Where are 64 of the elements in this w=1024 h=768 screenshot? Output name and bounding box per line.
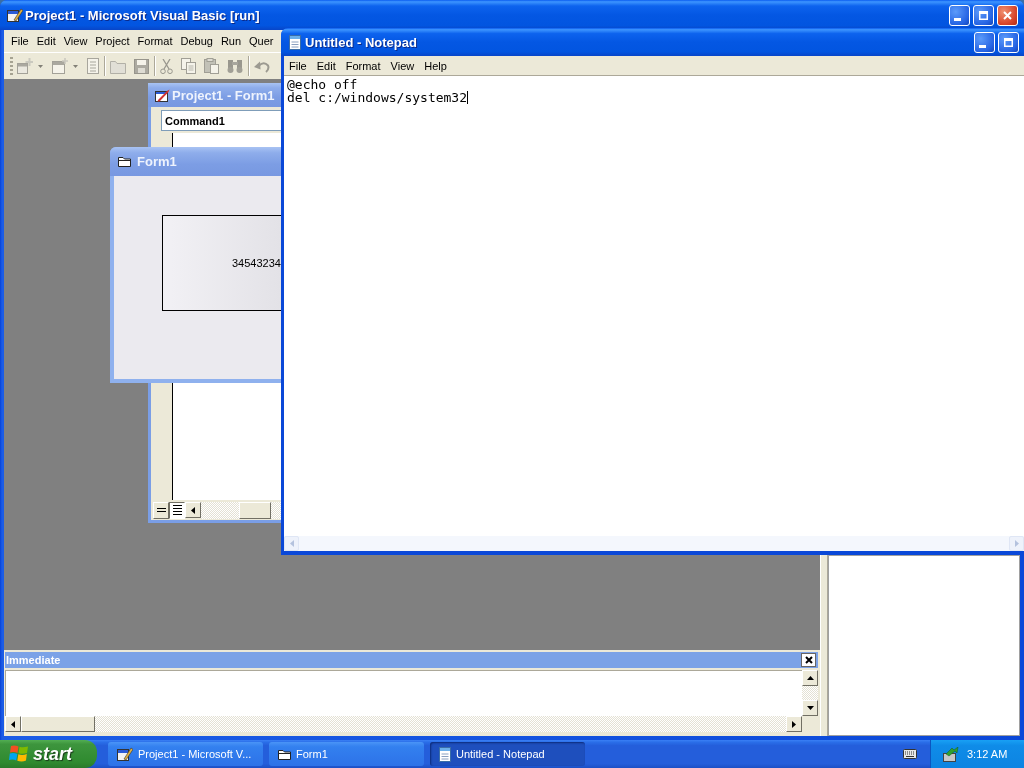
start-button[interactable]: start bbox=[0, 740, 97, 768]
window-title: Project1 - Microsoft Visual Basic [run] bbox=[25, 7, 260, 23]
text-cursor-icon bbox=[467, 91, 468, 104]
maximize-icon bbox=[1004, 37, 1013, 47]
procedure-view-button[interactable] bbox=[153, 501, 169, 519]
taskbar-button[interactable]: Form1 bbox=[269, 742, 424, 766]
close-icon bbox=[1003, 10, 1012, 20]
maximize-button[interactable] bbox=[998, 31, 1019, 53]
down-arrow-icon bbox=[806, 706, 814, 710]
clock: 3:12 AM bbox=[967, 748, 1008, 760]
minimize-button[interactable] bbox=[949, 4, 970, 26]
right-arrow-icon bbox=[792, 720, 796, 728]
left-arrow-icon bbox=[191, 506, 195, 514]
keyboard-icon[interactable] bbox=[903, 749, 917, 759]
minimize-icon bbox=[954, 17, 961, 21]
maximize-button[interactable] bbox=[973, 4, 994, 26]
menu-item[interactable]: Debug bbox=[176, 33, 217, 49]
program-icon bbox=[117, 747, 133, 761]
window-title: Untitled - Notepad bbox=[305, 34, 417, 50]
program-icon bbox=[7, 8, 23, 22]
menu-item[interactable]: Edit bbox=[32, 33, 60, 49]
panel-title: Immediate bbox=[6, 654, 61, 666]
folder-icon bbox=[118, 156, 131, 167]
menu-item[interactable]: View bbox=[385, 57, 420, 74]
menu-item[interactable]: Help bbox=[419, 57, 452, 74]
close-icon bbox=[804, 656, 813, 664]
card-arrow-icon[interactable] bbox=[943, 746, 959, 762]
up-arrow-icon bbox=[806, 676, 814, 680]
command-button[interactable]: 34543234 bbox=[162, 215, 281, 311]
scroll-down-button[interactable] bbox=[802, 700, 818, 716]
menu-item[interactable]: Quer bbox=[245, 33, 278, 49]
module-view-button[interactable] bbox=[169, 501, 185, 519]
text-lines-icon bbox=[156, 508, 166, 512]
scrollbar-thumb[interactable] bbox=[21, 716, 95, 732]
window-title: Project1 - Form1 bbox=[172, 87, 275, 103]
notepad-icon bbox=[439, 746, 451, 762]
window-pencil-icon bbox=[155, 88, 170, 102]
object-dropdown[interactable]: Command1 bbox=[161, 110, 281, 131]
menu-item[interactable]: Format bbox=[340, 57, 386, 74]
left-arrow-icon bbox=[11, 720, 15, 728]
minimize-icon bbox=[979, 44, 986, 48]
minimize-button[interactable] bbox=[974, 31, 995, 53]
folder-icon bbox=[278, 748, 291, 760]
menu-item[interactable]: File bbox=[284, 57, 312, 74]
menu-item[interactable]: Format bbox=[133, 33, 177, 49]
menu-item[interactable]: File bbox=[7, 33, 33, 49]
menu-item[interactable]: Run bbox=[216, 33, 246, 49]
window-title: Form1 bbox=[137, 154, 177, 169]
scroll-up-button[interactable] bbox=[802, 670, 818, 686]
scrollbar-track bbox=[802, 686, 818, 700]
close-button[interactable] bbox=[801, 653, 816, 667]
maximize-icon bbox=[979, 10, 988, 20]
taskbar-button[interactable]: Untitled - Notepad bbox=[430, 742, 585, 766]
text-area[interactable]: @echo off del c:/windows/system32 bbox=[284, 75, 1024, 536]
text-lines-icon bbox=[172, 505, 182, 515]
notepad-icon bbox=[289, 34, 301, 50]
menu-item[interactable]: Edit bbox=[311, 57, 341, 74]
menu-item[interactable]: View bbox=[59, 33, 92, 49]
scrollbar-thumb[interactable] bbox=[239, 501, 271, 519]
menu-item[interactable]: Project bbox=[91, 33, 134, 49]
left-arrow-icon bbox=[289, 540, 294, 547]
taskbar-button[interactable]: Project1 - Microsoft V... bbox=[108, 742, 263, 766]
flag-icon bbox=[9, 745, 29, 763]
right-arrow-icon bbox=[1014, 540, 1019, 547]
